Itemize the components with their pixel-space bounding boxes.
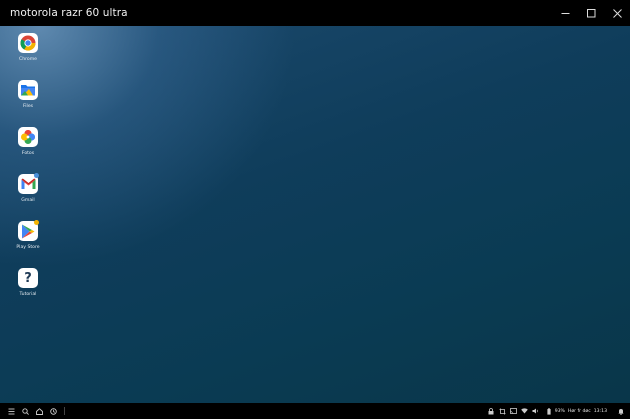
app-label: Fotos — [21, 151, 35, 156]
app-label: Gmail — [21, 198, 35, 203]
volume-button[interactable] — [530, 403, 541, 419]
maximize-button[interactable] — [578, 0, 604, 26]
chrome-icon — [18, 33, 38, 53]
files-icon — [18, 80, 38, 100]
help-icon: ? — [18, 268, 38, 288]
battery-indicator[interactable] — [544, 403, 555, 419]
app-gmail[interactable]: Gmail — [9, 173, 47, 203]
crop-icon — [499, 408, 506, 414]
wifi-icon — [520, 408, 528, 414]
battery-icon — [547, 407, 551, 415]
app-photos[interactable]: Fotos — [9, 127, 47, 156]
menu-icon — [8, 408, 14, 414]
wifi-button[interactable] — [519, 403, 530, 419]
search-button[interactable] — [18, 403, 32, 419]
app-tutorial[interactable]: ? Tutorial — [9, 268, 47, 297]
gmail-icon — [18, 173, 39, 194]
taskbar: 93% Hør fr døc 13:13 — [0, 403, 630, 419]
home-icon — [35, 407, 43, 415]
recents-button[interactable] — [46, 403, 60, 419]
search-icon — [21, 407, 29, 415]
app-label: Play Store — [16, 245, 40, 250]
notification-badge — [34, 173, 39, 178]
date-text: Hør fr døc — [567, 408, 591, 414]
window-title: motorola razr 60 ultra — [10, 7, 128, 19]
app-label: Tutorial — [19, 292, 37, 297]
desktop[interactable]: Chrome Files Fotos Gmail Play Store ? Tu… — [0, 26, 630, 403]
cast-icon — [509, 408, 517, 414]
app-chrome[interactable]: Chrome — [9, 33, 47, 62]
app-files[interactable]: Files — [9, 80, 47, 109]
system-tray: 93% Hør fr døc 13:13 — [486, 403, 626, 419]
minimize-icon — [561, 12, 569, 14]
close-button[interactable] — [604, 0, 630, 26]
clock-text: 13:13 — [593, 408, 607, 414]
window-controls — [552, 0, 630, 26]
play-store-icon — [18, 220, 39, 241]
photos-icon — [18, 127, 38, 147]
title-bar[interactable]: motorola razr 60 ultra — [0, 0, 630, 26]
launcher-button[interactable] — [4, 403, 18, 419]
bell-icon — [617, 408, 624, 415]
maximize-icon — [586, 8, 595, 17]
screenshot-button[interactable] — [497, 403, 508, 419]
battery-percent: 93% — [554, 408, 565, 414]
taskbar-left — [4, 403, 65, 419]
notification-badge — [34, 220, 39, 225]
cast-button[interactable] — [508, 403, 519, 419]
home-button[interactable] — [32, 403, 46, 419]
close-icon — [612, 8, 622, 18]
minimize-button[interactable] — [552, 0, 578, 26]
taskbar-divider — [64, 407, 65, 415]
app-label: Chrome — [18, 57, 38, 62]
app-play-store[interactable]: Play Store — [9, 220, 47, 250]
lock-button[interactable] — [486, 403, 497, 419]
notifications-button[interactable] — [615, 403, 626, 419]
lock-icon — [488, 407, 494, 414]
clock-icon — [49, 407, 57, 415]
volume-icon — [532, 408, 538, 414]
app-label: Files — [22, 104, 34, 109]
